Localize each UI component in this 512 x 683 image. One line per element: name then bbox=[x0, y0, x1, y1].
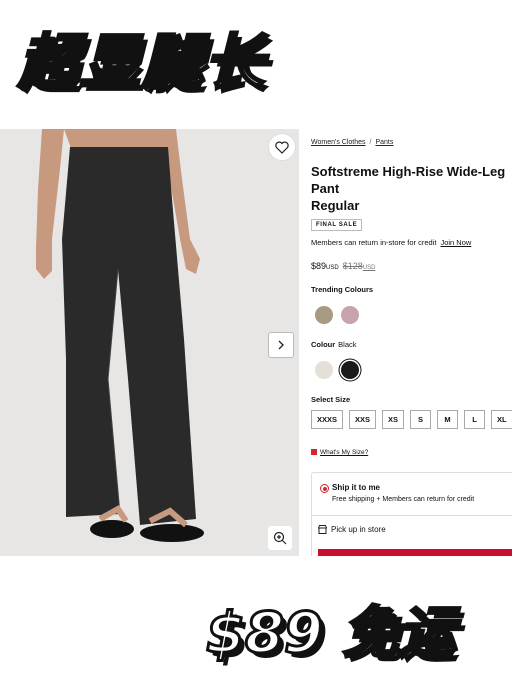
pickup-in-store-option[interactable]: Pick up in store bbox=[312, 515, 512, 544]
trending-swatch-khaki[interactable] bbox=[315, 306, 333, 324]
selected-colour: Black bbox=[338, 340, 357, 349]
product-info-panel: Women's Clothes / Pants Softstreme High-Ri… bbox=[311, 129, 512, 556]
select-size-label: Select Size bbox=[311, 395, 351, 404]
breadcrumb-womens-clothes[interactable]: Women's Clothes bbox=[311, 139, 366, 146]
size-guide[interactable]: What's My Size? bbox=[311, 449, 368, 456]
trending-swatch-pink[interactable] bbox=[341, 306, 359, 324]
delivery-options: Ship it to me Free shipping + Members ca… bbox=[311, 472, 512, 556]
size-xxs[interactable]: XXS bbox=[349, 410, 377, 429]
colour-label: Colour Black bbox=[311, 340, 357, 349]
product-page-screenshot: Women's Clothes / Pants Softstreme High-Ri… bbox=[0, 129, 512, 556]
product-title: Softstreme High-Rise Wide-Leg Pant bbox=[311, 164, 506, 196]
size-xl[interactable]: XL bbox=[491, 410, 512, 429]
zoom-in-icon bbox=[273, 531, 287, 545]
colour-swatch-white[interactable] bbox=[315, 361, 333, 379]
product-photo bbox=[0, 129, 299, 556]
price-currency: USD bbox=[326, 265, 339, 271]
final-sale-badge: FINAL SALE bbox=[311, 219, 363, 231]
next-image-button[interactable] bbox=[268, 332, 294, 358]
store-icon bbox=[318, 525, 327, 534]
price: $89USD $128USD bbox=[311, 261, 375, 271]
ship-radio[interactable] bbox=[320, 484, 329, 493]
ship-subtitle: Free shipping + Members can return for c… bbox=[332, 496, 475, 503]
size-l[interactable]: L bbox=[464, 410, 486, 429]
size-s[interactable]: S bbox=[410, 410, 432, 429]
sale-price: $89 bbox=[311, 261, 327, 271]
size-guide-link[interactable]: What's My Size? bbox=[320, 449, 368, 456]
breadcrumb: Women's Clothes / Pants bbox=[311, 139, 393, 146]
heart-icon bbox=[275, 141, 289, 154]
banner-bottom-text: $89 免运 bbox=[204, 600, 455, 668]
size-guide-icon bbox=[311, 449, 317, 455]
size-xs[interactable]: XS bbox=[382, 410, 405, 429]
model-illustration bbox=[36, 129, 204, 542]
product-fit: Regular bbox=[311, 198, 360, 213]
breadcrumb-pants[interactable]: Pants bbox=[375, 139, 393, 146]
favorite-heart-button[interactable] bbox=[268, 133, 296, 161]
zoom-button[interactable] bbox=[268, 526, 292, 550]
ship-title: Ship it to me bbox=[332, 483, 380, 492]
join-now-link[interactable]: Join Now bbox=[440, 238, 471, 247]
chevron-right-icon bbox=[278, 340, 284, 350]
original-price: $128USD bbox=[342, 261, 376, 271]
members-note-text: Members can return in-store for credit bbox=[311, 238, 437, 247]
add-to-bag-button[interactable] bbox=[318, 549, 512, 556]
trending-colours-label: Trending Colours bbox=[311, 285, 374, 294]
size-xxxs[interactable]: XXXS bbox=[311, 410, 344, 429]
members-note: Members can return in-store for credit Jo… bbox=[311, 238, 471, 247]
pickup-label: Pick up in store bbox=[331, 525, 386, 534]
breadcrumb-separator: / bbox=[369, 139, 372, 146]
banner-top-text: 超显腿长 bbox=[17, 27, 266, 100]
colour-swatch-black[interactable] bbox=[341, 361, 359, 379]
size-options: XXXS XXS XS S M L XL bbox=[311, 410, 512, 429]
size-m[interactable]: M bbox=[437, 410, 459, 429]
